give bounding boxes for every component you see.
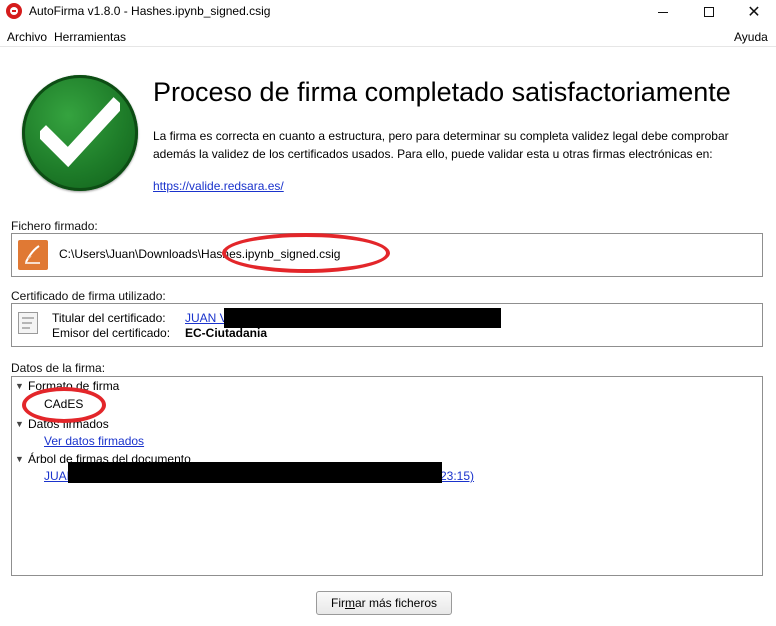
certificate-label: Certificado de firma utilizado: [11, 289, 166, 303]
certificate-icon [18, 312, 38, 334]
result-info-line2: además la validez de los certificados us… [153, 147, 713, 161]
signed-file-label: Fichero firmado: [11, 219, 98, 233]
highlight-ellipse [222, 233, 390, 273]
certificate-issuer-label: Emisor del certificado: [52, 326, 171, 340]
menu-herramientas[interactable]: Herramientas [54, 30, 126, 44]
validation-link[interactable]: https://valide.redsara.es/ [153, 179, 284, 193]
maximize-icon [704, 7, 714, 17]
main-content: Proceso de firma completado satisfactori… [0, 47, 776, 626]
maximize-button[interactable] [686, 0, 732, 24]
button-label-mnemonic: m [344, 596, 355, 610]
signed-file-icon [18, 240, 48, 270]
window-title: AutoFirma v1.8.0 - Hashes.ipynb_signed.c… [29, 4, 271, 18]
sign-more-files-button[interactable]: Fir m ar más ficheros [316, 591, 452, 615]
certificate-holder-label: Titular del certificado: [52, 311, 166, 325]
expand-triangle-icon[interactable]: ▼ [15, 419, 24, 429]
expand-triangle-icon[interactable]: ▼ [15, 454, 24, 464]
signature-data-label: Datos de la firma: [11, 361, 106, 375]
success-badge [22, 75, 138, 191]
button-label-part: ar más ficheros [354, 596, 438, 610]
view-signed-data-link[interactable]: Ver datos firmados [44, 434, 144, 448]
signature-tree-entry-end[interactable]: 23:15) [440, 469, 474, 483]
highlight-ellipse [22, 387, 106, 423]
result-info-line1: La firma es correcta en cuanto a estruct… [153, 129, 729, 143]
title-bar: AutoFirma v1.8.0 - Hashes.ipynb_signed.c… [0, 0, 776, 24]
certificate-holder-link[interactable]: JUAN V [185, 311, 228, 325]
expand-triangle-icon[interactable]: ▼ [15, 381, 24, 391]
menu-archivo[interactable]: Archivo [7, 30, 47, 44]
certificate-issuer-value: EC-Ciutadania [185, 326, 268, 340]
minimize-icon [658, 11, 668, 13]
close-button[interactable]: ✕ [731, 0, 776, 24]
menu-bar: Archivo Herramientas Ayuda [0, 27, 776, 47]
result-info: La firma es correcta en cuanto a estruct… [153, 127, 763, 163]
menu-ayuda[interactable]: Ayuda [734, 30, 768, 44]
button-label-part: Fir [330, 596, 345, 610]
autofirma-logo-icon [6, 3, 22, 19]
checkmark-icon [40, 97, 120, 168]
minimize-button[interactable] [640, 0, 686, 24]
close-icon: ✕ [747, 4, 761, 21]
result-headline: Proceso de firma completado satisfactori… [153, 77, 731, 107]
redaction-bar [68, 462, 442, 483]
redaction-bar [224, 308, 501, 328]
